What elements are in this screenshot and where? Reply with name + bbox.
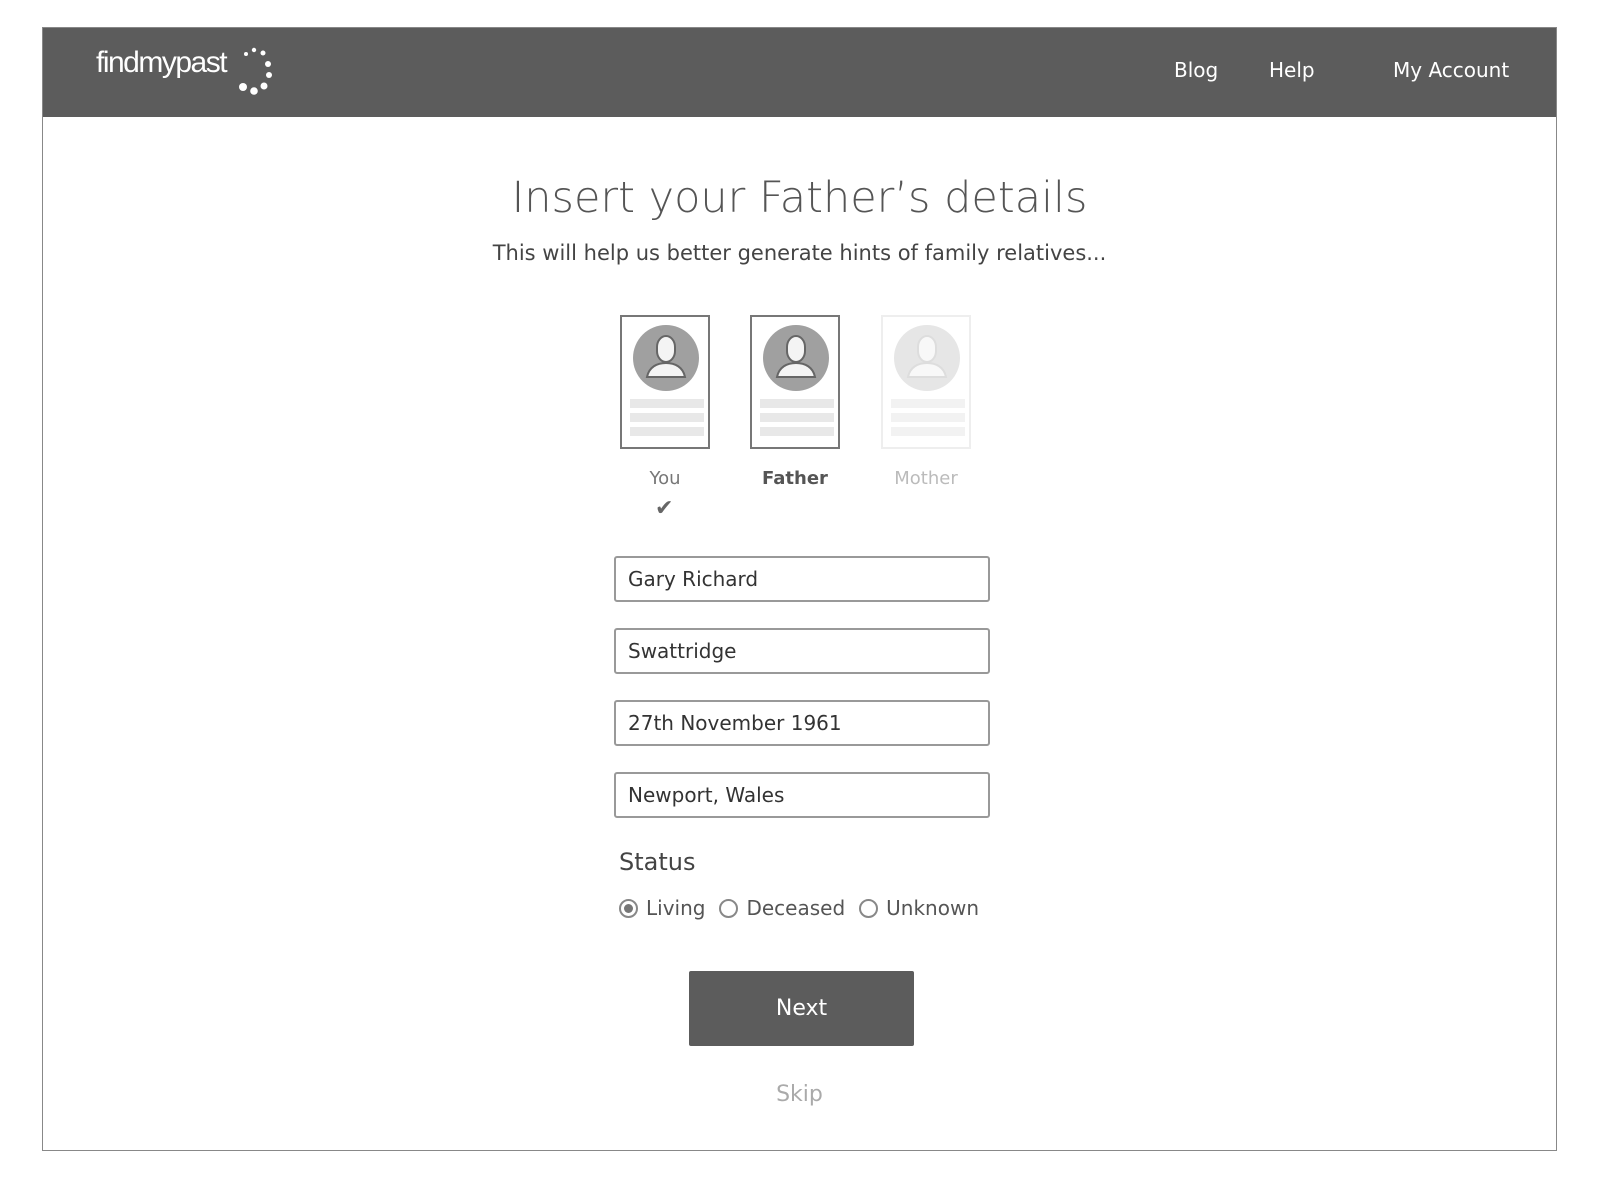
step-card-you[interactable] — [620, 315, 710, 449]
logo[interactable]: findmypast — [96, 46, 272, 95]
radio-deceased[interactable] — [719, 898, 739, 918]
next-button[interactable]: Next — [689, 971, 914, 1046]
page-frame: findmypast Blog Help My Account Insert y… — [42, 27, 1557, 1151]
radio-label-unknown[interactable]: Unknown — [886, 896, 979, 920]
last-name-input[interactable] — [614, 628, 990, 674]
step-label-mother: Mother — [894, 468, 958, 489]
radio-label-living[interactable]: Living — [646, 896, 705, 920]
status-radio-group: Living Deceased Unknown — [619, 896, 993, 920]
nav-blog[interactable]: Blog — [1174, 58, 1218, 82]
radio-unknown[interactable] — [859, 898, 879, 918]
radio-label-deceased[interactable]: Deceased — [746, 896, 845, 920]
top-nav-bar: findmypast Blog Help My Account — [43, 28, 1556, 117]
avatar-icon — [763, 325, 829, 391]
step-label-father: Father — [762, 468, 828, 489]
birth-date-input[interactable] — [614, 700, 990, 746]
avatar-icon — [894, 325, 960, 391]
status-label: Status — [619, 848, 696, 876]
radio-living[interactable] — [619, 898, 638, 918]
first-name-input[interactable] — [614, 556, 990, 602]
step-label-you: You — [649, 468, 681, 489]
avatar-icon — [633, 325, 699, 391]
page-title: Insert your Father’s details — [511, 173, 1088, 223]
nav-my-account[interactable]: My Account — [1393, 58, 1509, 82]
page-subtitle: This will help us better generate hints … — [492, 241, 1107, 265]
nav-help[interactable]: Help — [1269, 58, 1315, 82]
logo-text: findmypast — [96, 46, 228, 79]
skip-link[interactable]: Skip — [43, 1082, 1556, 1107]
birth-place-input[interactable] — [614, 772, 990, 818]
skip-label[interactable]: Skip — [776, 1082, 823, 1107]
logo-dots-icon — [239, 47, 272, 95]
step-card-father[interactable] — [750, 315, 840, 449]
step-card-mother[interactable] — [881, 315, 971, 449]
checkmark-icon: ✔ — [655, 496, 674, 521]
